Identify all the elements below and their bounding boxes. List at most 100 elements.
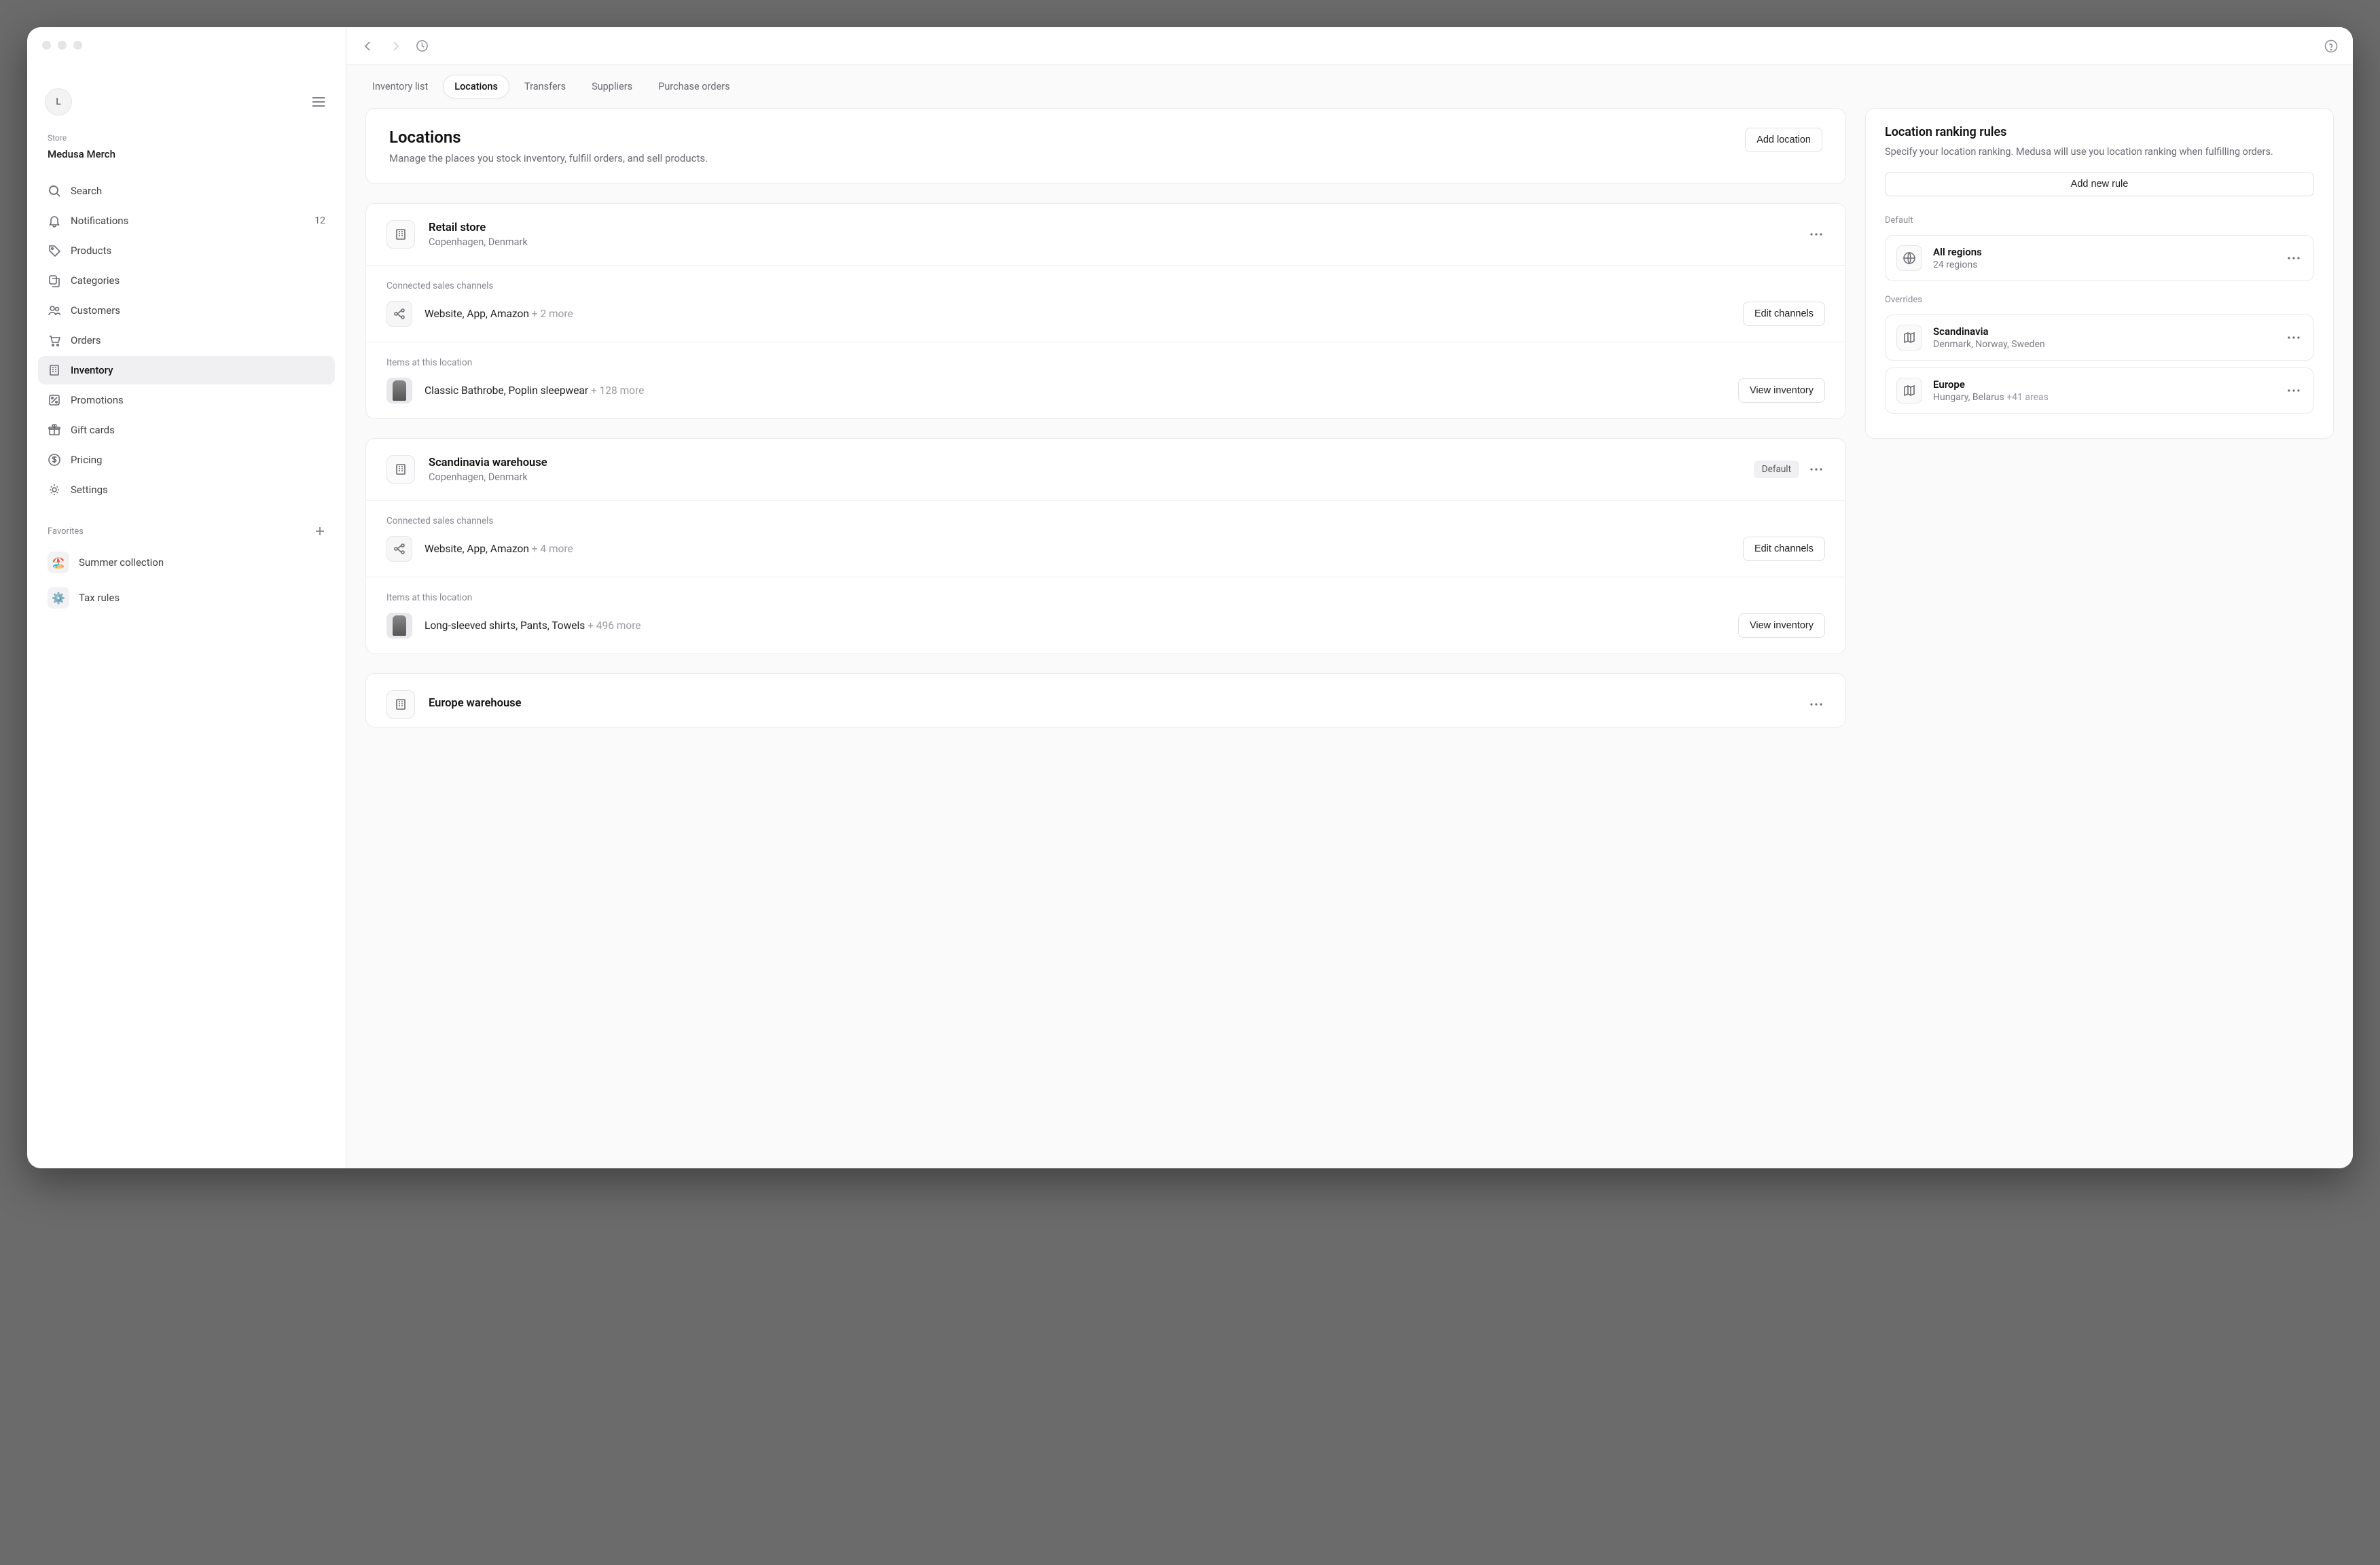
favorite-icon: 🏖️	[48, 552, 69, 573]
building-icon	[386, 690, 415, 719]
favorites-label: Favorites	[48, 526, 84, 537]
nav-item-products[interactable]: Products	[38, 236, 335, 265]
building-icon	[386, 455, 415, 484]
channels-label: Connected sales channels	[386, 516, 1825, 526]
nav-item-settings[interactable]: Settings	[38, 475, 335, 504]
page-subtitle: Manage the places you stock inventory, f…	[389, 152, 708, 164]
item-thumbnail	[386, 378, 412, 403]
dollar-icon	[48, 453, 61, 467]
rule-menu-icon[interactable]	[2285, 386, 2303, 395]
minimize-window[interactable]	[58, 41, 67, 50]
nav-label: Notifications	[71, 215, 128, 227]
nav-label: Inventory	[71, 364, 113, 376]
nav-label: Orders	[71, 334, 101, 346]
location-menu-icon[interactable]	[1807, 465, 1825, 473]
rule-title: All regions	[1933, 246, 2274, 258]
nav-badge: 12	[314, 215, 325, 226]
nav-label: Promotions	[71, 394, 124, 406]
location-menu-icon[interactable]	[1807, 230, 1825, 238]
location-menu-icon[interactable]	[1807, 700, 1825, 708]
main-column: Locations Manage the places you stock in…	[365, 108, 1846, 727]
nav-item-customers[interactable]: Customers	[38, 296, 335, 325]
nav-label: Products	[71, 245, 111, 257]
channels-icon	[386, 536, 412, 562]
sidebar: L Store Medusa Merch SearchNotifications…	[27, 27, 346, 1168]
users-icon	[48, 304, 61, 317]
add-rule-button[interactable]: Add new rule	[1885, 172, 2314, 196]
nav-item-categories[interactable]: Categories	[38, 266, 335, 295]
view-inventory-button[interactable]: View inventory	[1738, 613, 1825, 638]
rules-title: Location ranking rules	[1866, 109, 2333, 145]
edit-channels-button[interactable]: Edit channels	[1743, 537, 1825, 561]
content: Locations Manage the places you stock in…	[346, 108, 2353, 1168]
sidebar-header: L	[38, 82, 335, 129]
nav-back-icon[interactable]	[361, 39, 375, 53]
nav-item-promotions[interactable]: Promotions	[38, 386, 335, 414]
rule-subtitle: Hungary, Belarus +41 areas	[1933, 392, 2274, 403]
location-address: Copenhagen, Denmark	[429, 236, 528, 248]
building-icon	[386, 220, 415, 249]
tabs: Inventory listLocationsTransfersSupplier…	[346, 65, 2353, 108]
override-rule-card[interactable]: Scandinavia Denmark, Norway, Sweden	[1885, 314, 2314, 361]
default-rule-card[interactable]: All regions 24 regions	[1885, 235, 2314, 281]
percent-icon	[48, 393, 61, 407]
override-rule-card[interactable]: Europe Hungary, Belarus +41 areas	[1885, 367, 2314, 414]
tab-locations[interactable]: Locations	[443, 75, 509, 98]
tab-transfers[interactable]: Transfers	[513, 75, 577, 98]
edit-channels-button[interactable]: Edit channels	[1743, 302, 1825, 326]
rules-panel: Location ranking rules Specify your loca…	[1865, 108, 2334, 439]
overrides-label: Overrides	[1866, 288, 2333, 310]
globe-icon	[1896, 245, 1922, 271]
items-text: Long-sleeved shirts, Pants, Towels + 496…	[425, 619, 641, 632]
locations-list: Retail store Copenhagen, Denmark Connect…	[365, 203, 1846, 727]
favorites-header: Favorites	[38, 508, 335, 541]
nav-item-orders[interactable]: Orders	[38, 326, 335, 355]
location-name: Scandinavia warehouse	[429, 456, 547, 469]
channels-text: Website, App, Amazon + 2 more	[425, 308, 573, 320]
rule-subtitle: 24 regions	[1933, 259, 2274, 270]
primary-nav: Search Notifications 12 Products Categories C…	[38, 177, 335, 504]
add-location-button[interactable]: Add location	[1745, 128, 1822, 152]
items-text: Classic Bathrobe, Poplin sleepwear + 128…	[425, 384, 644, 397]
nav-label: Pricing	[71, 454, 102, 466]
rule-menu-icon[interactable]	[2285, 254, 2303, 262]
nav-label: Customers	[71, 304, 120, 317]
location-name: Retail store	[429, 221, 528, 234]
tab-purchase-orders[interactable]: Purchase orders	[647, 75, 740, 98]
nav-item-search[interactable]: Search	[38, 177, 335, 205]
channels-text: Website, App, Amazon + 4 more	[425, 543, 573, 555]
map-icon	[1896, 378, 1922, 403]
location-name: Europe warehouse	[429, 697, 522, 710]
close-window[interactable]	[42, 41, 51, 50]
tab-suppliers[interactable]: Suppliers	[581, 75, 643, 98]
tab-inventory-list[interactable]: Inventory list	[361, 75, 439, 98]
nav-item-notifications[interactable]: Notifications 12	[38, 206, 335, 235]
store-name: Medusa Merch	[38, 147, 335, 173]
nav-item-pricing[interactable]: Pricing	[38, 446, 335, 474]
nav-label: Gift cards	[71, 424, 115, 436]
default-rule-label: Default	[1866, 209, 2333, 231]
topbar	[346, 27, 2353, 65]
add-favorite-icon[interactable]	[314, 526, 325, 537]
avatar[interactable]: L	[45, 88, 72, 115]
history-icon[interactable]	[416, 39, 429, 52]
rule-menu-icon[interactable]	[2285, 334, 2303, 342]
rule-title: Scandinavia	[1933, 325, 2274, 338]
favorites-list: 🏖️Summer collection⚙️Tax rules	[38, 545, 335, 615]
items-label: Items at this location	[386, 592, 1825, 603]
favorite-item[interactable]: 🏖️Summer collection	[38, 545, 335, 580]
building-icon	[48, 363, 61, 377]
location-address: Copenhagen, Denmark	[429, 471, 547, 483]
view-inventory-button[interactable]: View inventory	[1738, 378, 1825, 403]
gift-icon	[48, 423, 61, 437]
favorite-item[interactable]: ⚙️Tax rules	[38, 580, 335, 615]
search-icon	[48, 184, 61, 198]
nav-forward-icon[interactable]	[389, 39, 402, 53]
sidebar-toggle-icon[interactable]	[312, 96, 325, 107]
nav-item-inventory[interactable]: Inventory	[38, 356, 335, 384]
help-icon[interactable]	[2324, 39, 2338, 53]
nav-label: Settings	[71, 484, 108, 496]
nav-item-gift-cards[interactable]: Gift cards	[38, 416, 335, 444]
maximize-window[interactable]	[73, 41, 82, 50]
favorite-icon: ⚙️	[48, 587, 69, 609]
